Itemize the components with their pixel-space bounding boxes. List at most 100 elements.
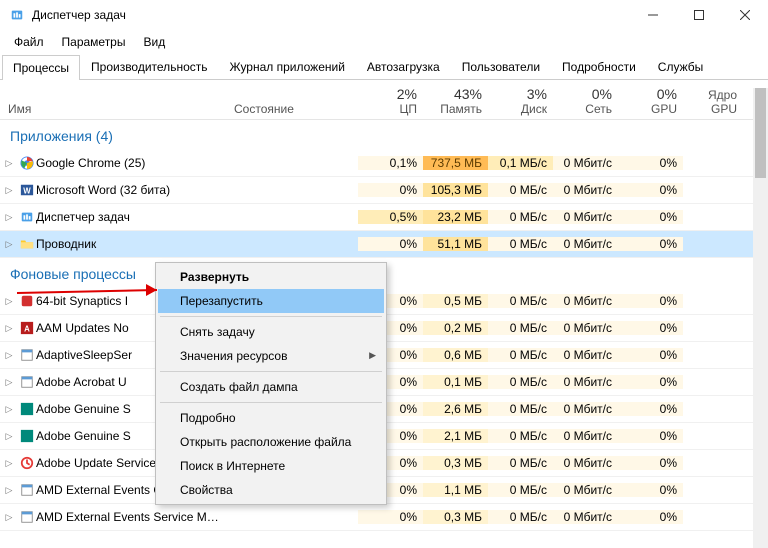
process-row[interactable]: ▷ Google Chrome (25) 0,1% 737,5 МБ 0,1 М…	[0, 150, 768, 177]
header-gpu[interactable]: 0%GPU	[618, 83, 683, 119]
header-name[interactable]: Имя	[0, 99, 228, 119]
menu-options[interactable]: Параметры	[54, 32, 134, 52]
memory-cell: 23,2 МБ	[423, 210, 488, 224]
memory-cell: 0,3 МБ	[423, 456, 488, 470]
process-icon	[18, 348, 36, 362]
process-row[interactable]: ▷ Проводник 0% 51,1 МБ 0 МБ/с 0 Мбит/с 0…	[0, 231, 768, 258]
expand-icon[interactable]: ▷	[0, 404, 18, 415]
disk-cell: 0 МБ/с	[488, 429, 553, 443]
window-title: Диспетчер задач	[32, 8, 126, 22]
ctx-expand[interactable]: Развернуть	[158, 265, 384, 289]
ctx-separator	[160, 371, 382, 372]
expand-icon[interactable]: ▷	[0, 239, 18, 250]
expand-icon[interactable]: ▷	[0, 485, 18, 496]
process-name: Проводник	[36, 237, 228, 251]
expand-icon[interactable]: ▷	[0, 323, 18, 334]
process-row[interactable]: ▷ Диспетчер задач 0,5% 23,2 МБ 0 МБ/с 0 …	[0, 204, 768, 231]
maximize-button[interactable]	[676, 0, 722, 30]
tab-details[interactable]: Подробности	[551, 54, 647, 79]
memory-cell: 2,1 МБ	[423, 429, 488, 443]
gpu-cell: 0%	[618, 237, 683, 251]
ctx-open-location[interactable]: Открыть расположение файла	[158, 430, 384, 454]
scroll-thumb[interactable]	[755, 88, 766, 178]
disk-cell: 0 МБ/с	[488, 321, 553, 335]
ctx-resource-values[interactable]: Значения ресурсов▶	[158, 344, 384, 368]
tab-strip: Процессы Производительность Журнал прило…	[0, 54, 768, 80]
group-apps: Приложения (4)	[0, 120, 768, 150]
memory-cell: 0,2 МБ	[423, 321, 488, 335]
header-gpu-engine[interactable]: Ядро GPU	[683, 85, 743, 119]
memory-cell: 105,3 МБ	[423, 183, 488, 197]
chevron-right-icon: ▶	[369, 350, 376, 361]
process-icon: W	[18, 183, 36, 197]
disk-cell: 0 МБ/с	[488, 183, 553, 197]
network-cell: 0 Мбит/с	[553, 348, 618, 362]
process-row[interactable]: ▷ W Microsoft Word (32 бита) 0% 105,3 МБ…	[0, 177, 768, 204]
expand-icon[interactable]: ▷	[0, 377, 18, 388]
process-name: Диспетчер задач	[36, 210, 228, 224]
header-cpu[interactable]: 2%ЦП	[358, 83, 423, 119]
cpu-cell: 0,1%	[358, 156, 423, 170]
network-cell: 0 Мбит/с	[553, 156, 618, 170]
gpu-cell: 0%	[618, 183, 683, 197]
disk-cell: 0 МБ/с	[488, 294, 553, 308]
process-name: Microsoft Word (32 бита)	[36, 183, 228, 197]
disk-cell: 0 МБ/с	[488, 483, 553, 497]
expand-icon[interactable]: ▷	[0, 158, 18, 169]
disk-cell: 0 МБ/с	[488, 210, 553, 224]
close-button[interactable]	[722, 0, 768, 30]
ctx-search-online[interactable]: Поиск в Интернете	[158, 454, 384, 478]
expand-icon[interactable]: ▷	[0, 212, 18, 223]
process-icon	[18, 402, 36, 416]
tab-app-history[interactable]: Журнал приложений	[219, 54, 356, 79]
network-cell: 0 Мбит/с	[553, 237, 618, 251]
tab-startup[interactable]: Автозагрузка	[356, 54, 451, 79]
process-icon	[18, 483, 36, 497]
memory-cell: 0,1 МБ	[423, 375, 488, 389]
ctx-properties[interactable]: Свойства	[158, 478, 384, 502]
header-network[interactable]: 0%Сеть	[553, 83, 618, 119]
header-state[interactable]: Состояние	[228, 99, 358, 119]
tab-processes[interactable]: Процессы	[2, 55, 80, 80]
header-memory[interactable]: 43%Память	[423, 83, 488, 119]
disk-cell: 0 МБ/с	[488, 348, 553, 362]
disk-cell: 0 МБ/с	[488, 375, 553, 389]
disk-cell: 0,1 МБ/с	[488, 156, 553, 170]
ctx-separator	[160, 316, 382, 317]
network-cell: 0 Мбит/с	[553, 402, 618, 416]
ctx-create-dump[interactable]: Создать файл дампа	[158, 375, 384, 399]
header-disk[interactable]: 3%Диск	[488, 83, 553, 119]
gpu-cell: 0%	[618, 156, 683, 170]
process-icon	[18, 156, 36, 170]
tab-users[interactable]: Пользователи	[451, 54, 551, 79]
gpu-cell: 0%	[618, 321, 683, 335]
gpu-cell: 0%	[618, 402, 683, 416]
disk-cell: 0 МБ/с	[488, 402, 553, 416]
ctx-restart[interactable]: Перезапустить	[158, 289, 384, 313]
network-cell: 0 Мбит/с	[553, 183, 618, 197]
gpu-cell: 0%	[618, 510, 683, 524]
disk-cell: 0 МБ/с	[488, 456, 553, 470]
menu-file[interactable]: Файл	[6, 32, 52, 52]
process-row[interactable]: ▷ AMD External Events Service Mo… 0% 0,3…	[0, 504, 768, 531]
cpu-cell: 0%	[358, 237, 423, 251]
vertical-scrollbar[interactable]	[753, 88, 768, 548]
expand-icon[interactable]: ▷	[0, 512, 18, 523]
gpu-cell: 0%	[618, 210, 683, 224]
expand-icon[interactable]: ▷	[0, 431, 18, 442]
window-controls	[630, 0, 768, 30]
expand-icon[interactable]: ▷	[0, 185, 18, 196]
memory-cell: 0,3 МБ	[423, 510, 488, 524]
gpu-cell: 0%	[618, 348, 683, 362]
ctx-end-task[interactable]: Снять задачу	[158, 320, 384, 344]
minimize-button[interactable]	[630, 0, 676, 30]
process-icon	[18, 429, 36, 443]
expand-icon[interactable]: ▷	[0, 296, 18, 307]
expand-icon[interactable]: ▷	[0, 350, 18, 361]
expand-icon[interactable]: ▷	[0, 458, 18, 469]
menu-view[interactable]: Вид	[135, 32, 173, 52]
svg-text:W: W	[23, 187, 31, 196]
ctx-details[interactable]: Подробно	[158, 406, 384, 430]
tab-performance[interactable]: Производительность	[80, 54, 218, 79]
tab-services[interactable]: Службы	[647, 54, 714, 79]
